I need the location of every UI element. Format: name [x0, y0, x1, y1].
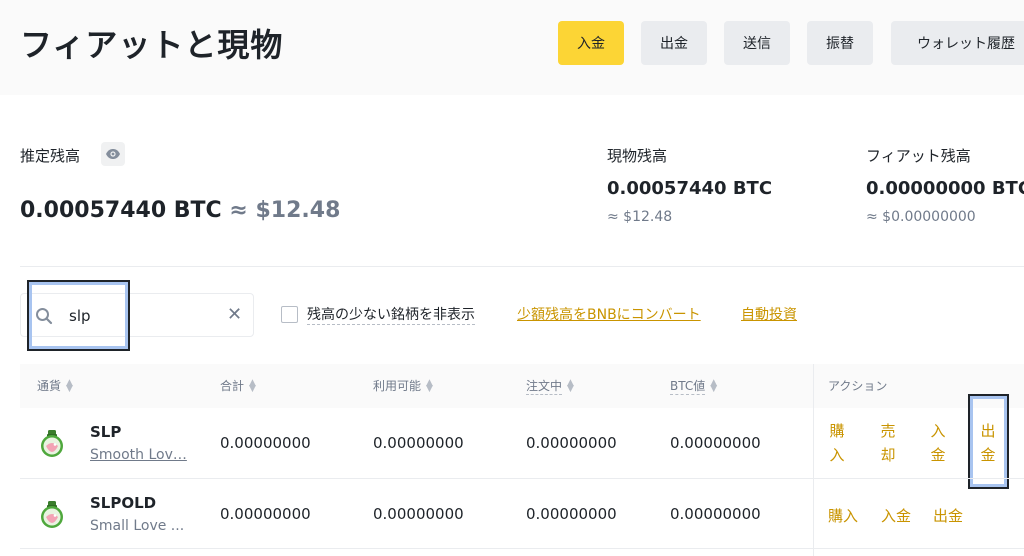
- spot-balance-label: 現物残高: [607, 147, 668, 165]
- deposit-row-button[interactable]: 入金: [929, 419, 947, 467]
- column-header-btc-value[interactable]: BTC値 ▲ ▼: [670, 377, 717, 395]
- estimated-balance-btc: 0.00057440 BTC: [20, 198, 222, 223]
- estimated-balance-usd: ≈ $12.48: [229, 198, 341, 223]
- slpold-coin-icon: [41, 501, 63, 528]
- toggle-visibility-button[interactable]: [101, 142, 125, 166]
- cell-in-order: 0.00000000: [526, 505, 617, 523]
- cell-total: 0.00000000: [220, 505, 311, 523]
- send-button[interactable]: 送信: [724, 21, 790, 65]
- column-header-available[interactable]: 利用可能 ▲ ▼: [373, 377, 433, 394]
- search-input[interactable]: [69, 304, 219, 328]
- row-divider: [20, 478, 1024, 479]
- sort-icon: ▲ ▼: [426, 377, 433, 394]
- sort-icon: ▲ ▼: [249, 377, 256, 394]
- cell-available: 0.00000000: [373, 434, 464, 452]
- withdraw-row-button[interactable]: 出金: [979, 419, 997, 467]
- spot-balance-btc: 0.00057440 BTC: [607, 178, 773, 199]
- buy-button[interactable]: 購入: [828, 419, 846, 467]
- slp-coin-icon: [41, 430, 63, 457]
- cell-available: 0.00000000: [373, 505, 464, 523]
- convert-to-bnb-link[interactable]: 少額残高をBNBにコンバート: [517, 304, 701, 324]
- row-divider: [20, 548, 1024, 549]
- section-divider: [20, 266, 1024, 267]
- column-header-action: アクション: [828, 379, 888, 393]
- auto-invest-link[interactable]: 自動投資: [741, 304, 797, 324]
- fiat-balance-label: フィアット残高: [866, 147, 971, 165]
- coin-symbol: SLPOLD: [90, 494, 157, 512]
- estimated-balance-value: 0.00057440 BTC ≈ $12.48: [20, 198, 340, 223]
- column-header-in-order[interactable]: 注文中 ▲ ▼: [526, 377, 574, 395]
- search-box[interactable]: ✕: [20, 293, 254, 337]
- sort-icon: ▲ ▼: [66, 377, 73, 394]
- buy-button[interactable]: 購入: [828, 505, 858, 526]
- deposit-row-button[interactable]: 入金: [881, 505, 911, 526]
- coin-name-link[interactable]: Smooth Lov…: [90, 447, 187, 463]
- cell-btc-value: 0.00000000: [670, 505, 761, 523]
- action-column-divider: [813, 364, 814, 556]
- deposit-button[interactable]: 入金: [558, 21, 624, 65]
- column-header-total[interactable]: 合計 ▲ ▼: [220, 377, 256, 394]
- sort-icon: ▲ ▼: [567, 378, 574, 394]
- hide-small-balances-label[interactable]: 残高の少ない銘柄を非表示: [307, 304, 475, 325]
- cell-total: 0.00000000: [220, 434, 311, 452]
- hide-small-balances-checkbox[interactable]: [281, 306, 298, 323]
- column-header-currency[interactable]: 通貨 ▲ ▼: [37, 377, 73, 394]
- coin-symbol: SLP: [90, 423, 122, 441]
- page-header: フィアットと現物 入金 出金 送信 振替 ウォレット履歴: [0, 0, 1024, 95]
- coin-name[interactable]: Small Love ...: [90, 518, 184, 534]
- cell-in-order: 0.00000000: [526, 434, 617, 452]
- cell-btc-value: 0.00000000: [670, 434, 761, 452]
- eye-icon: [106, 149, 120, 159]
- sell-button[interactable]: 売却: [879, 419, 897, 467]
- withdraw-row-button[interactable]: 出金: [933, 505, 963, 526]
- estimated-balance-label: 推定残高: [20, 147, 81, 165]
- wallet-history-button[interactable]: ウォレット履歴: [891, 21, 1024, 65]
- fiat-balance-btc: 0.00000000 BTC: [866, 178, 1024, 199]
- clear-search-icon[interactable]: ✕: [227, 304, 242, 325]
- page-title: フィアットと現物: [20, 26, 284, 64]
- spot-balance-usd: ≈ $12.48: [607, 209, 673, 225]
- search-icon: [36, 308, 53, 325]
- sort-icon: ▲ ▼: [710, 378, 718, 394]
- fiat-balance-usd: ≈ $0.00000000: [866, 209, 976, 225]
- transfer-button[interactable]: 振替: [807, 21, 873, 65]
- withdraw-button[interactable]: 出金: [641, 21, 707, 65]
